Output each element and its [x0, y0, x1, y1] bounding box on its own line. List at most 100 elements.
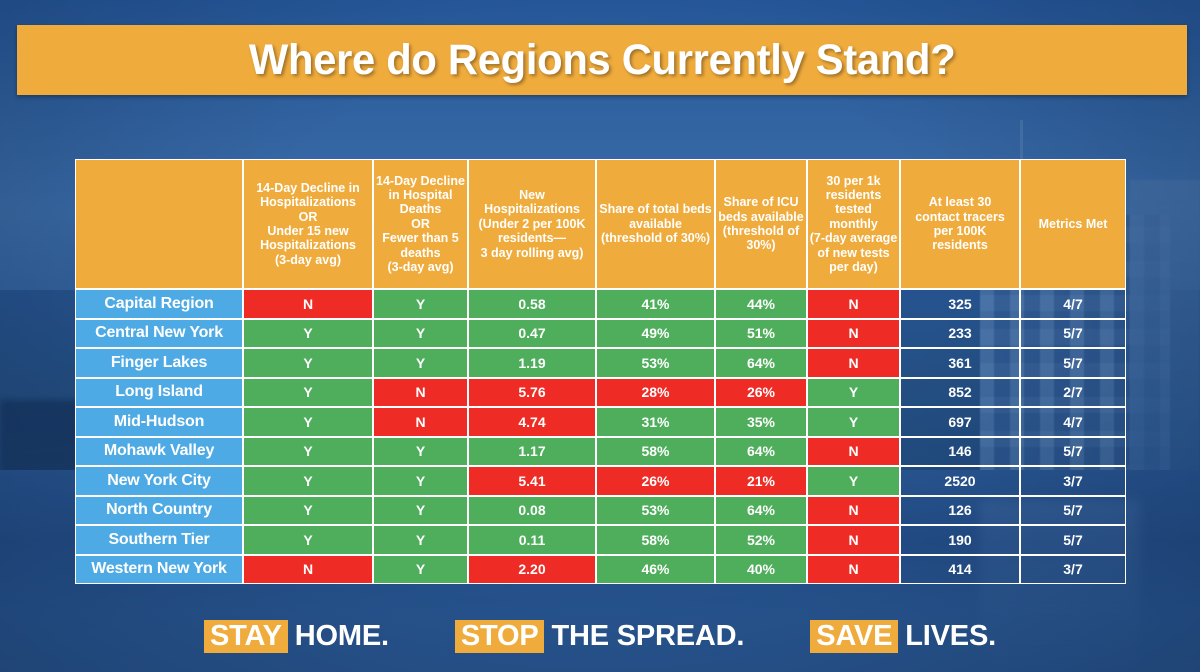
column-header-line: OR: [411, 216, 430, 231]
metric-cell: 5/7: [1020, 525, 1126, 555]
column-header-line: (3-day avg): [275, 252, 341, 267]
metric-cell: 21%: [715, 466, 807, 496]
metric-cell: 41%: [596, 289, 715, 319]
column-header-line: OR: [298, 209, 318, 224]
metric-cell: 126: [900, 495, 1020, 525]
column-header-2: 14-Day Decline in Hospital Deaths OR Fewer t…: [373, 159, 468, 289]
metric-cell: 5/7: [1020, 436, 1126, 466]
slogan-highlight-word: STAY: [204, 619, 288, 653]
metric-cell: 49%: [596, 318, 715, 348]
slogan-rest-text: HOME.: [294, 619, 389, 652]
metric-cell: Y: [243, 318, 373, 348]
column-header-line: residents—: [497, 231, 567, 246]
table-row: Central New York Y Y 0.47 49% 51% N 233 5/7: [75, 318, 1126, 348]
metric-cell: 58%: [596, 525, 715, 555]
metric-cell: N: [807, 318, 900, 348]
metric-cell: 414: [900, 554, 1020, 584]
metric-cell: Y: [373, 466, 468, 496]
column-header-line: per 100K: [933, 224, 987, 238]
table-header-row: 14-Day Decline in Hospitalizations OR Under…: [75, 159, 1126, 289]
column-header-1: 14-Day Decline in Hospitalizations OR Under…: [243, 159, 373, 289]
column-header-line: 30 per 1k: [826, 173, 881, 188]
metric-cell: N: [243, 554, 373, 584]
metric-cell: N: [807, 554, 900, 584]
table-row: North Country Y Y 0.08 53% 64% N 126 5/7: [75, 495, 1126, 525]
table-row: Southern Tier Y Y 0.11 58% 52% N 190 5/7: [75, 525, 1126, 555]
metric-cell: Y: [243, 525, 373, 555]
metric-cell: 53%: [596, 495, 715, 525]
column-header-line: Share of total beds: [599, 202, 712, 217]
metric-cell: 26%: [596, 466, 715, 496]
region-name-cell: New York City: [75, 466, 243, 496]
table-header-corner: [75, 159, 243, 289]
metric-cell: 1.19: [468, 348, 596, 378]
public-health-slogan: STAY HOME. STOP THE SPREAD. SAVE LIVES.: [0, 612, 1200, 660]
column-header-5: Share of ICU beds available (threshold of 3…: [715, 159, 807, 289]
metric-cell: 4/7: [1020, 289, 1126, 319]
metric-cell: 31%: [596, 407, 715, 437]
metric-cell: 361: [900, 348, 1020, 378]
column-header-line: tested: [835, 202, 872, 217]
metric-cell: Y: [243, 436, 373, 466]
metric-cell: 5/7: [1020, 318, 1126, 348]
metric-cell: 44%: [715, 289, 807, 319]
metric-cell: Y: [243, 407, 373, 437]
column-header-3: New Hospitalizations (Under 2 per 100K resi…: [468, 159, 596, 289]
column-header-4: Share of total beds available (threshold o…: [596, 159, 715, 289]
column-header-line: (3-day avg): [387, 260, 454, 275]
slogan-item: STAY HOME.: [204, 619, 389, 653]
metric-cell: N: [807, 495, 900, 525]
metric-cell: N: [807, 436, 900, 466]
column-header-6: 30 per 1k residents tested monthly (7-day av…: [807, 159, 900, 289]
metric-cell: 2/7: [1020, 377, 1126, 407]
metric-cell: 58%: [596, 436, 715, 466]
table-row: Mohawk Valley Y Y 1.17 58% 64% N 146 5/7: [75, 436, 1126, 466]
column-header-line: 30%): [746, 238, 776, 253]
column-header-7: At least 30 contact tracers per 100K reside…: [900, 159, 1020, 289]
column-header-line: (7-day average: [809, 231, 898, 246]
metric-cell: Y: [807, 377, 900, 407]
metric-cell: 852: [900, 377, 1020, 407]
metric-cell: 5/7: [1020, 348, 1126, 378]
region-name-cell: Finger Lakes: [75, 348, 243, 378]
metric-cell: 325: [900, 289, 1020, 319]
metric-cell: Y: [373, 554, 468, 584]
metric-cell: Y: [243, 348, 373, 378]
metric-cell: Y: [373, 525, 468, 555]
column-header-line: per day): [829, 260, 878, 275]
metric-cell: 2520: [900, 466, 1020, 496]
metric-cell: 28%: [596, 377, 715, 407]
page-title: Where do Regions Currently Stand?: [248, 35, 956, 84]
title-banner: Where do Regions Currently Stand?: [17, 25, 1187, 95]
column-header-line: contact tracers: [915, 209, 1005, 224]
slogan-rest-text: LIVES.: [905, 619, 996, 652]
table-row: Capital Region N Y 0.58 41% 44% N 325 4/7: [75, 289, 1126, 319]
region-name-cell: Capital Region: [75, 289, 243, 319]
table-row: Finger Lakes Y Y 1.19 53% 64% N 361 5/7: [75, 348, 1126, 378]
metric-cell: N: [373, 407, 468, 437]
metric-cell: 146: [900, 436, 1020, 466]
metric-cell: N: [807, 348, 900, 378]
column-header-line: At least 30: [928, 195, 992, 210]
metric-cell: 51%: [715, 318, 807, 348]
column-header-line: available: [629, 216, 682, 231]
metric-cell: 4.74: [468, 407, 596, 437]
slogan-item: SAVE LIVES.: [810, 619, 996, 653]
region-name-cell: North Country: [75, 495, 243, 525]
table-row: Long Island Y N 5.76 28% 26% Y 852 2/7: [75, 377, 1126, 407]
metric-cell: 697: [900, 407, 1020, 437]
metric-cell: Y: [373, 436, 468, 466]
metric-cell: Y: [373, 348, 468, 378]
metric-cell: 0.47: [468, 318, 596, 348]
column-header-line: residents: [825, 187, 882, 202]
table-header: 14-Day Decline in Hospitalizations OR Under…: [75, 159, 1126, 289]
metric-cell: 53%: [596, 348, 715, 378]
metric-cell: Y: [373, 289, 468, 319]
region-name-cell: Central New York: [75, 318, 243, 348]
column-header-line: of new tests: [817, 245, 890, 260]
metric-cell: 4/7: [1020, 407, 1126, 437]
table-row: Western New York N Y 2.20 46% 40% N 414 3/7: [75, 554, 1126, 584]
metric-cell: 190: [900, 525, 1020, 555]
column-header-line: Share of ICU: [723, 195, 799, 210]
metric-cell: 5.41: [468, 466, 596, 496]
